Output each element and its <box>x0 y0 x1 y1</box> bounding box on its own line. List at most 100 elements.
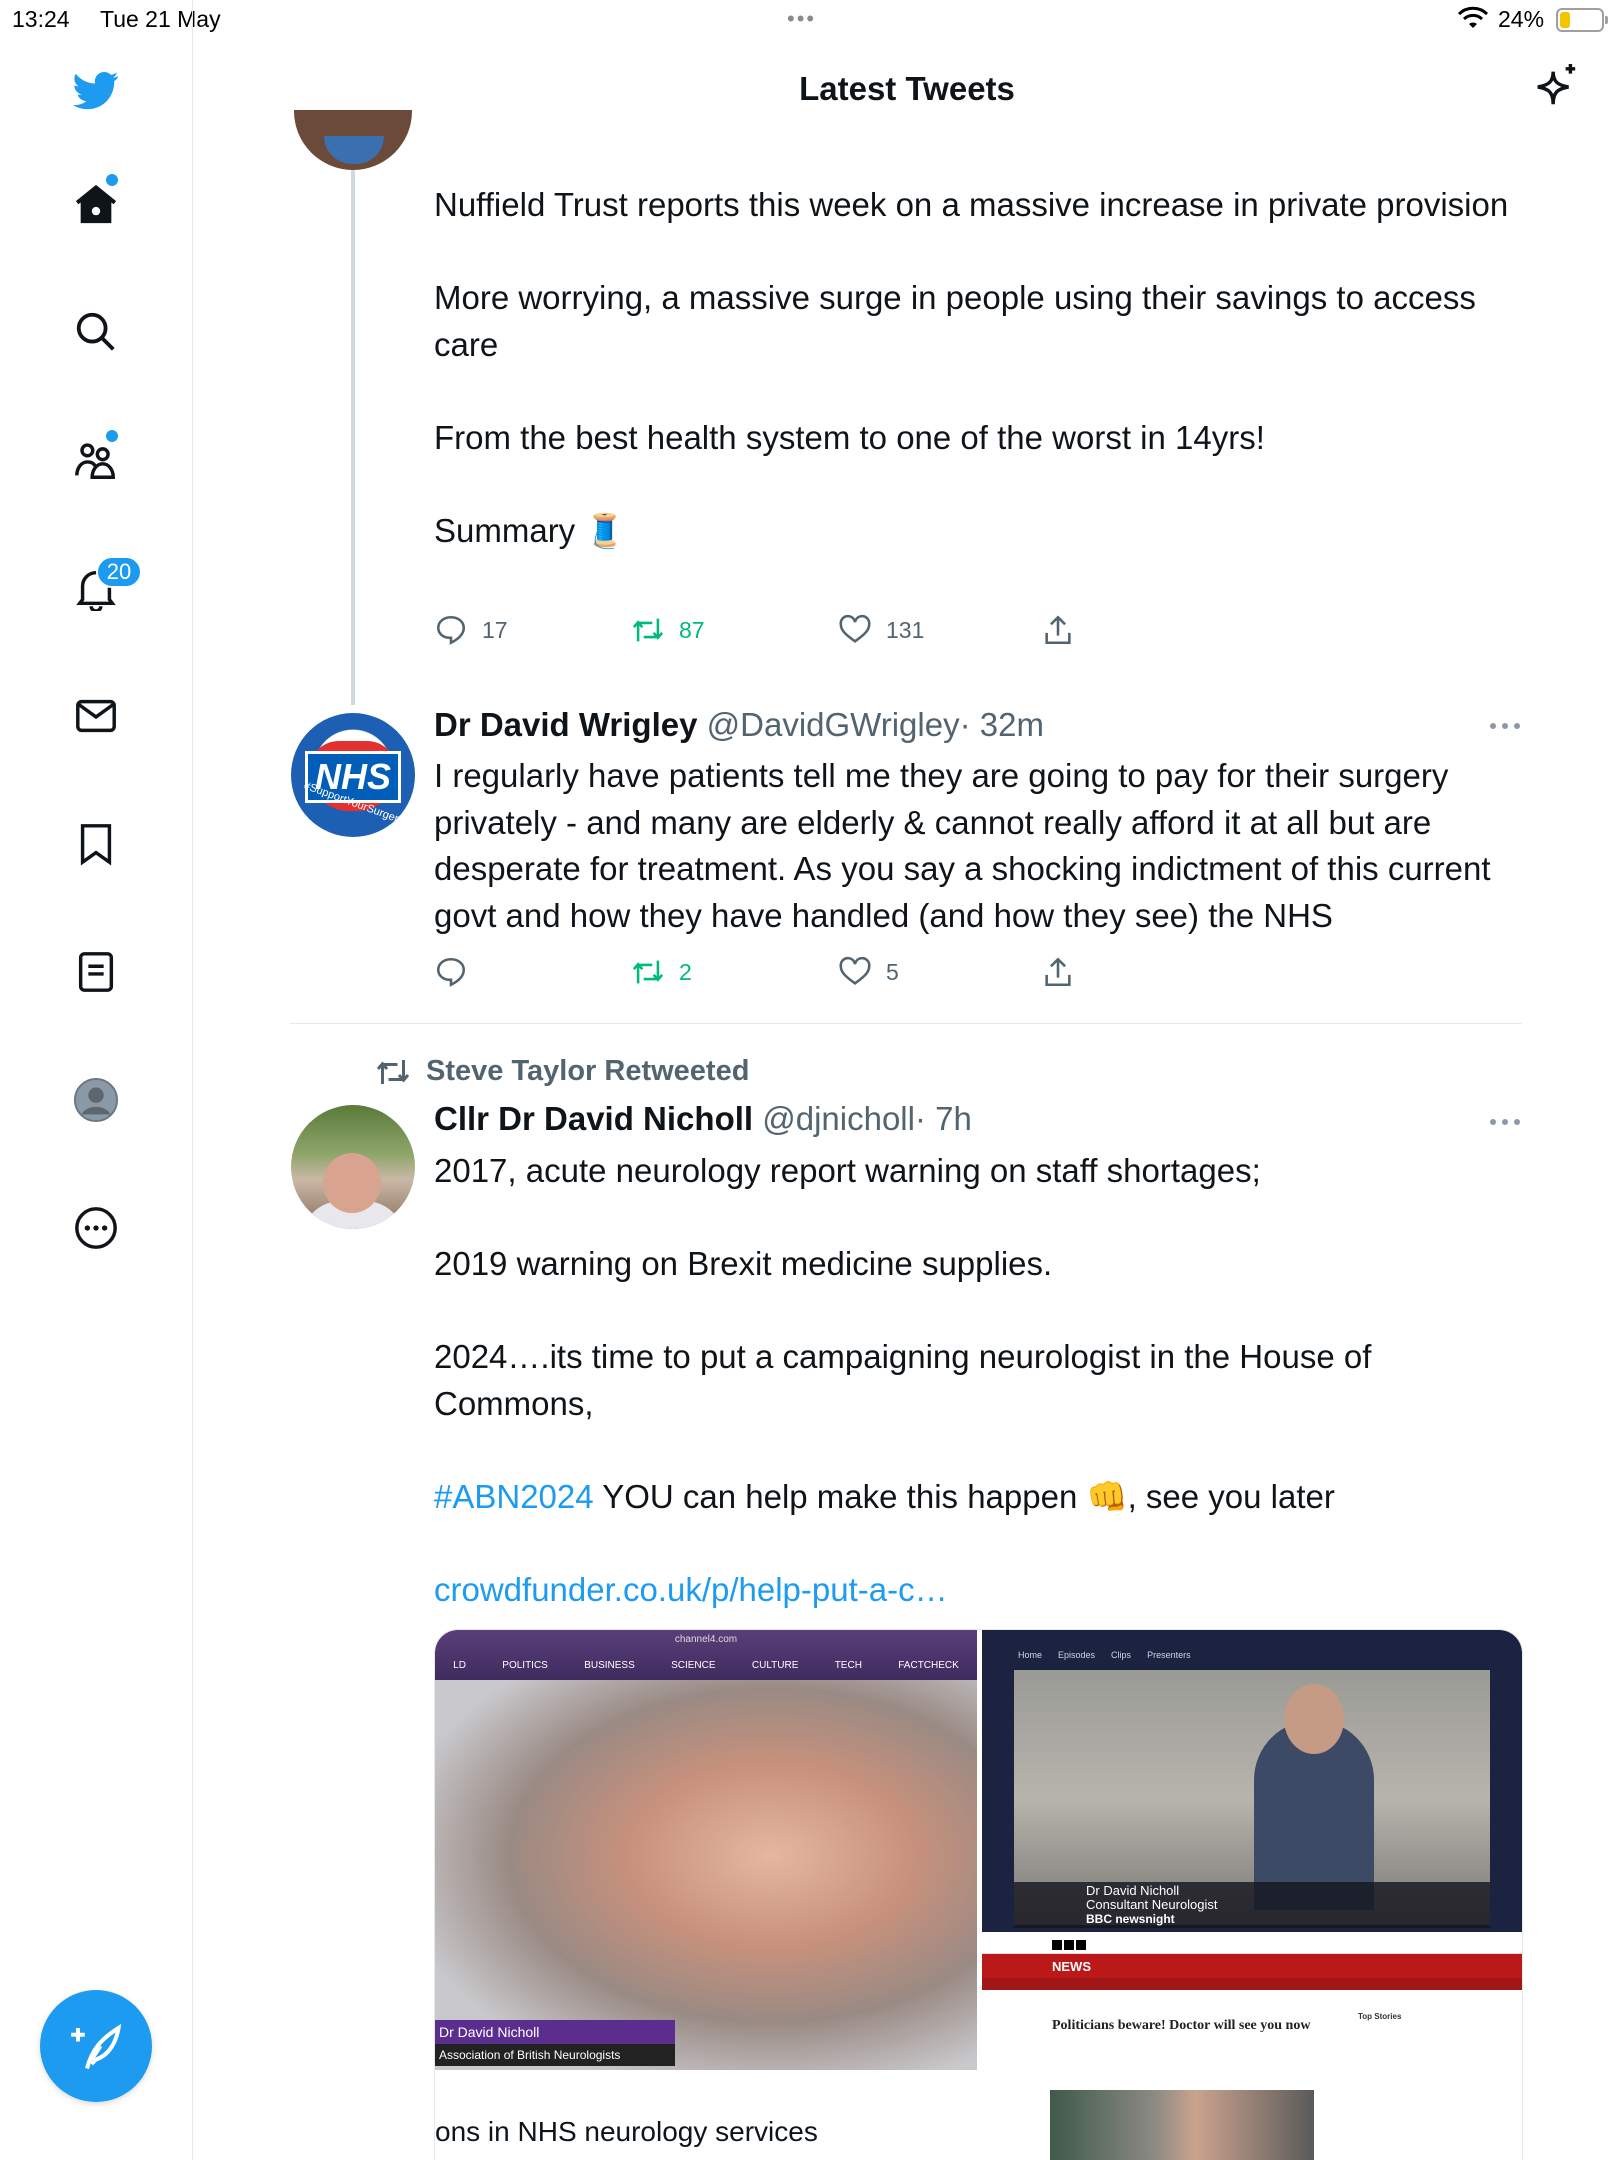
reply-button[interactable] <box>434 955 482 989</box>
twitter-bird-icon[interactable] <box>66 60 126 120</box>
tweet-time: · 32m <box>959 706 1044 743</box>
tweet-text: Nuffield Trust reports this week on a ma… <box>434 182 1524 554</box>
tweet-text-fragment: YOU can help make this happen 👊, see you… <box>593 1477 1335 1515</box>
tweet-actions: 17 87 131 <box>434 613 1134 653</box>
tweet-more-icon[interactable] <box>1490 723 1520 733</box>
bbc-top-stories: Top Stories <box>1358 2012 1402 2021</box>
retweeted-by-text: Steve Taylor Retweeted <box>426 1055 750 1087</box>
nn-nav-item: Presenters <box>1147 1650 1191 1660</box>
ch4-nav-item: CULTURE <box>751 1660 799 1671</box>
lists-icon[interactable] <box>66 942 126 1002</box>
tweet-actions: 2 5 <box>434 955 1134 995</box>
reply-icon <box>436 957 466 987</box>
like-button[interactable]: 5 <box>838 955 899 989</box>
retweet-count: 2 <box>679 958 692 985</box>
profile-icon[interactable] <box>66 1070 126 1130</box>
nn-caption-name: Dr David Nicholl <box>1086 1883 1180 1898</box>
nn-nav-item: Episodes <box>1058 1650 1096 1660</box>
media-image-channel4[interactable]: channel4.com LD POLITICS BUSINESS SCIENC… <box>435 1630 977 2160</box>
tweet-paragraph: More worrying, a massive surge in people… <box>434 279 1476 363</box>
messages-icon[interactable] <box>66 686 126 746</box>
sidebar: 20 <box>0 0 193 2160</box>
reply-icon <box>436 615 466 645</box>
tweet-paragraph: Nuffield Trust reports this week on a ma… <box>434 186 1509 223</box>
heart-icon <box>839 614 871 643</box>
retweet-button[interactable]: 87 <box>631 613 705 647</box>
author-handle[interactable]: @DavidGWrigley <box>707 706 960 743</box>
retweet-icon <box>632 618 664 642</box>
bbc-logo <box>1052 1940 1086 1950</box>
tweet-text: 2017, acute neurology report warning on … <box>434 1148 1524 1613</box>
author-name[interactable]: Cllr Dr David Nicholl <box>434 1100 753 1137</box>
tweet-paragraph: From the best health system to one of th… <box>434 418 1265 456</box>
author-handle[interactable]: @djnicholl <box>762 1100 915 1137</box>
nn-nav-item: Home <box>1018 1650 1043 1660</box>
bbc-sub-nav <box>982 1978 1522 1990</box>
ch4-browser-bar: channel4.com LD POLITICS BUSINESS SCIENC… <box>435 1630 977 1680</box>
bbc-headline: Politicians beware! Doctor will see you … <box>1052 2018 1311 2033</box>
retweet-count: 87 <box>679 616 705 643</box>
nn-caption: Dr David Nicholl Consultant Neurologist … <box>1014 1882 1490 1928</box>
media-image-newsnight[interactable]: Home Episodes Clips Presenters Dr David … <box>982 1630 1522 1932</box>
author-name[interactable]: Dr David Wrigley <box>434 706 697 743</box>
page-title: Latest Tweets <box>799 70 1015 107</box>
tweet-author-avatar[interactable]: NHS #SupportYourSurgery <box>291 713 415 837</box>
tweet-paragraph: #ABN2024 YOU can help make this happen 👊… <box>434 1474 1524 1521</box>
communities-notification-dot <box>106 430 118 442</box>
like-count: 5 <box>886 958 899 985</box>
more-icon[interactable] <box>66 1198 126 1258</box>
ch4-url: channel4.com <box>674 1634 738 1645</box>
battery-icon <box>1556 8 1608 32</box>
home-notification-dot <box>106 174 118 186</box>
share-icon <box>1045 957 1071 987</box>
tweet-paragraph: Summary 🧵 <box>434 511 626 549</box>
tweet-divider <box>290 1023 1522 1024</box>
retweet-icon <box>376 1059 410 1084</box>
battery-fill <box>1560 12 1570 28</box>
compose-icon <box>71 2023 122 2070</box>
multitasking-dots-icon[interactable]: ••• <box>787 6 816 32</box>
wifi-icon <box>1458 6 1488 28</box>
tweet-external-link[interactable]: crowdfunder.co.uk/p/help-put-a-c… <box>434 1571 948 1608</box>
ch4-nav: LD POLITICS BUSINESS SCIENCE CULTURE TEC… <box>435 1660 977 1671</box>
tweet-author-line: Cllr Dr David Nicholl @djnicholl· 7h <box>434 1100 972 1138</box>
bbc-article-image <box>1050 2090 1314 2160</box>
retweeted-by-label[interactable]: Steve Taylor Retweeted <box>374 1055 749 1088</box>
battery-percent: 24% <box>1498 6 1545 32</box>
status-bar: 13:24 Tue 21 May ••• 24% <box>0 0 1620 40</box>
ch4-nav-item: TECH <box>834 1660 862 1671</box>
ch4-nav-item: LD <box>453 1660 466 1671</box>
bbc-news-section: NEWS <box>982 1954 1522 1978</box>
tweet-author-avatar[interactable] <box>294 110 412 170</box>
tweet-more-icon[interactable] <box>1490 1119 1520 1129</box>
share-button[interactable] <box>1041 955 1075 989</box>
ch4-photo <box>435 1680 977 2070</box>
reply-button[interactable]: 17 <box>434 613 508 647</box>
nn-brand: BBC newsnight <box>1086 1912 1175 1926</box>
like-count: 131 <box>886 616 925 643</box>
nn-nav: Home Episodes Clips Presenters <box>1018 1650 1191 1660</box>
bookmarks-icon[interactable] <box>66 814 126 874</box>
ch4-subtitle: ons in NHS neurology services <box>435 2070 977 2160</box>
share-button[interactable] <box>1041 613 1075 647</box>
ch4-nav-item: POLITICS <box>502 1660 548 1671</box>
tweet-media-grid: channel4.com LD POLITICS BUSINESS SCIENC… <box>434 1629 1523 2160</box>
thread-connector-line <box>351 170 355 705</box>
ch4-nav-item: BUSINESS <box>584 1660 635 1671</box>
tweet-paragraph: 2019 warning on Brexit medicine supplies… <box>434 1245 1053 1282</box>
bbc-top-bar <box>982 1936 1522 1954</box>
search-icon[interactable] <box>66 302 126 362</box>
tweet-author-avatar[interactable] <box>291 1105 415 1229</box>
sparkle-icon[interactable] <box>1534 62 1580 112</box>
share-icon <box>1045 615 1071 645</box>
tweet-text: I regularly have patients tell me they a… <box>434 757 1491 934</box>
tweet-paragraph: crowdfunder.co.uk/p/help-put-a-c… <box>434 1567 1524 1614</box>
hashtag-link[interactable]: #ABN2024 <box>434 1478 594 1515</box>
compose-tweet-button[interactable] <box>40 1990 152 2102</box>
avatar-face <box>323 1153 381 1213</box>
retweet-button[interactable]: 2 <box>631 955 692 989</box>
nn-caption-role: Consultant Neurologist <box>1086 1897 1218 1912</box>
like-button[interactable]: 131 <box>838 613 924 647</box>
tweet-paragraph: 2017, acute neurology report warning on … <box>434 1152 1261 1189</box>
media-image-bbc-news[interactable]: NEWS Politicians beware! Doctor will see… <box>982 1936 1522 2160</box>
